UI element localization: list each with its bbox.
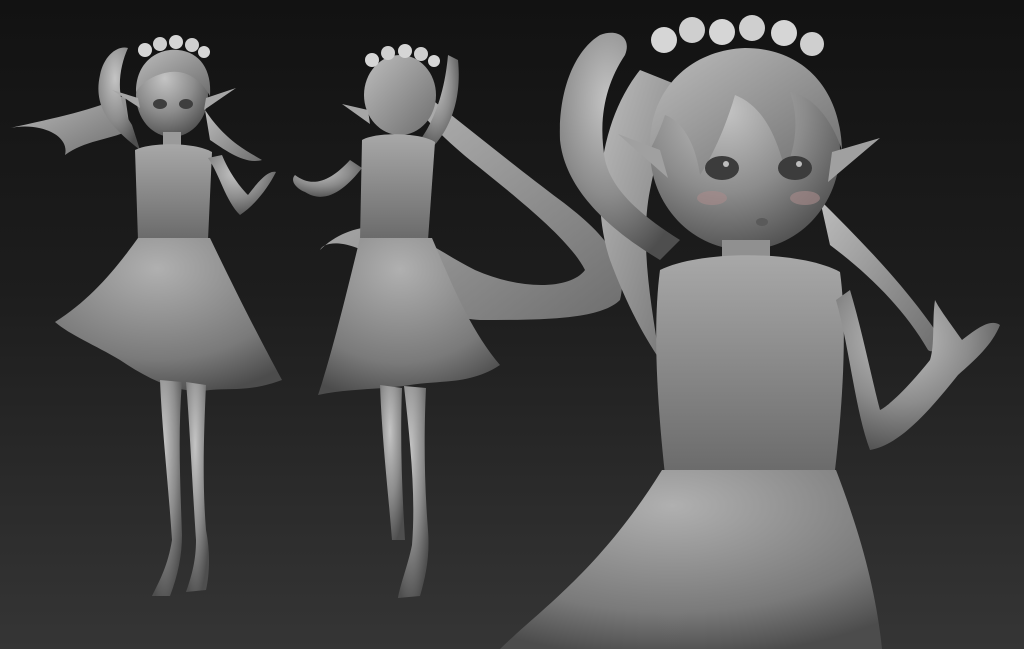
flower-icon [398,44,412,58]
flower-icon [185,38,199,52]
back-head [364,55,436,135]
closeup-eye-highlight-left [723,161,729,167]
front-eye-left [153,99,167,109]
flower-icon [651,27,677,53]
flower-icon [414,47,428,61]
back-leg-right [398,386,429,598]
closeup-view-figure [500,15,1000,649]
flower-icon [771,20,797,46]
flower-icon [679,17,705,43]
closeup-torso [656,255,844,475]
front-torso [135,144,212,240]
front-eye-right [179,99,193,109]
closeup-eye-right [778,156,812,180]
closeup-mouth [756,218,768,226]
closeup-blush-right [790,191,820,205]
closeup-blush-left [697,191,727,205]
flower-icon [198,46,210,58]
flower-icon [709,19,735,45]
back-torso [360,134,435,240]
closeup-eye-left [705,156,739,180]
front-hair-strand-right [205,110,262,161]
flower-icon [800,32,824,56]
front-lowered-arm [208,155,276,215]
flower-icon [153,37,167,51]
flower-icon [138,43,152,57]
front-skirt [55,238,282,391]
back-leg-left [380,385,405,540]
sculpt-render-viewport [0,0,1024,649]
flower-icon [381,46,395,60]
closeup-eye-highlight-right [796,161,802,167]
closeup-skirt [500,470,882,649]
front-leg-right [186,382,209,592]
render-canvas [10,15,1000,649]
front-leg-left [152,380,182,596]
flower-icon [169,35,183,49]
flower-icon [739,15,765,41]
flower-icon [365,53,379,67]
front-view-figure [10,35,282,596]
back-side-arm [293,160,362,197]
flower-icon [428,55,440,67]
